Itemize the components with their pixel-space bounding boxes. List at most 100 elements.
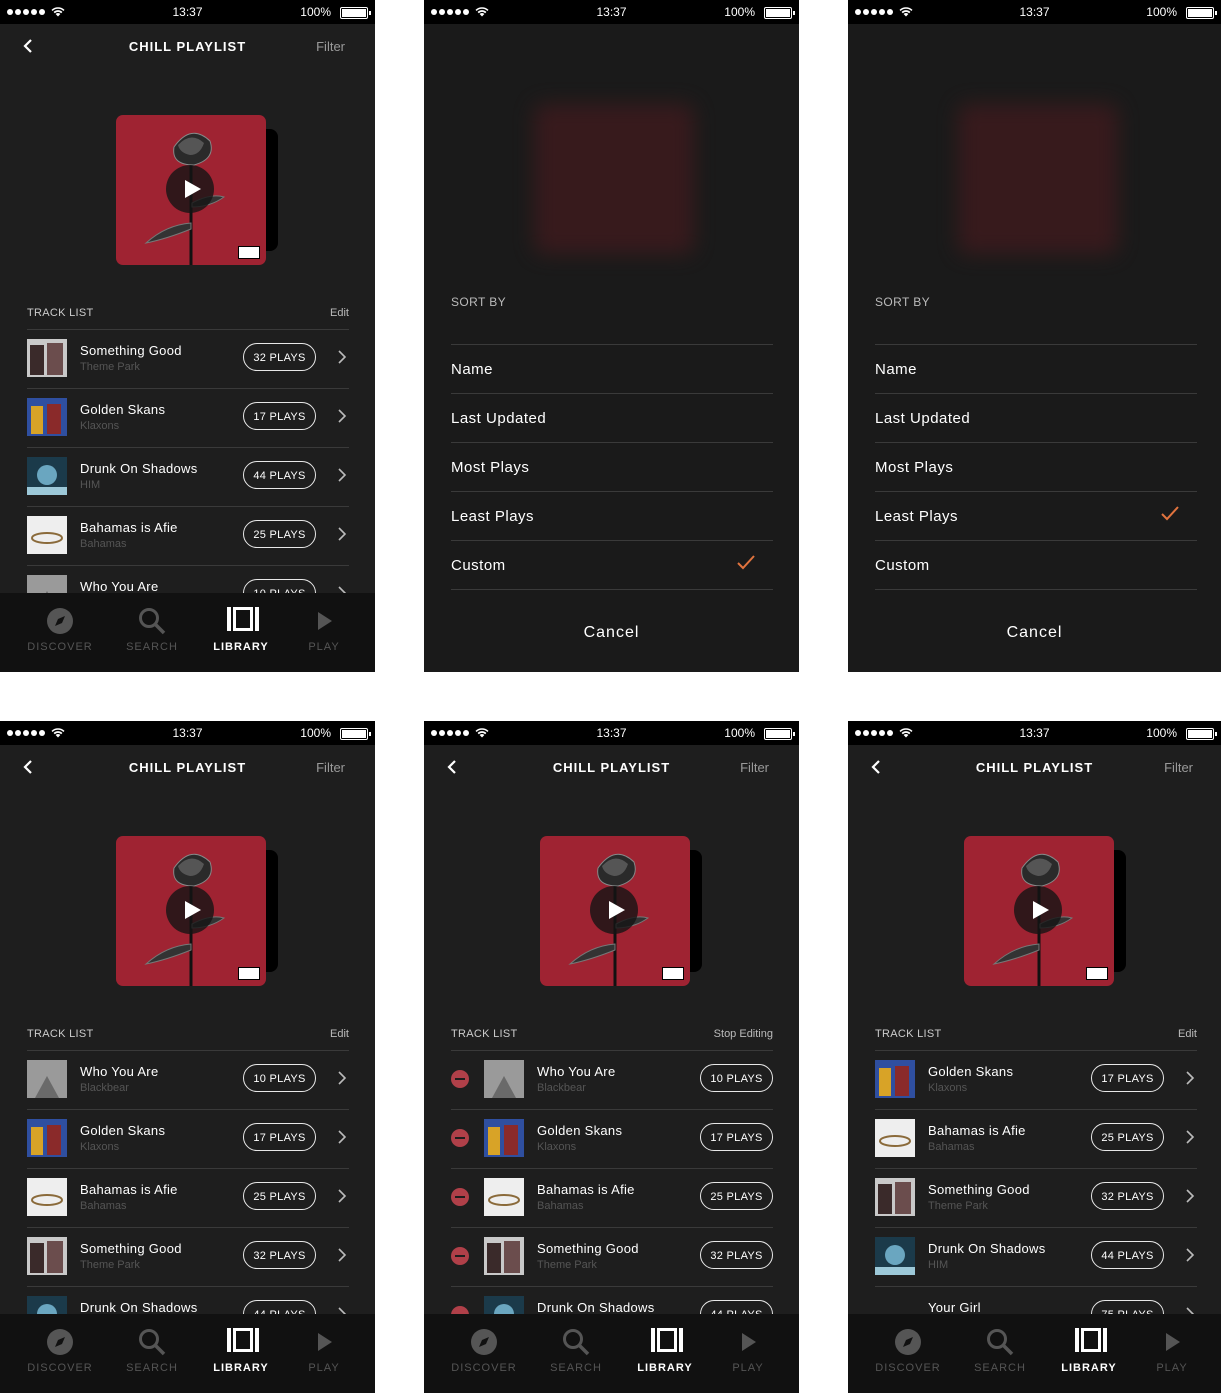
chevron-right-icon[interactable]	[337, 527, 347, 541]
sort-option-custom[interactable]: Custom	[875, 540, 1197, 589]
remove-icon[interactable]	[451, 1188, 469, 1206]
chevron-right-icon[interactable]	[337, 1071, 347, 1085]
tab-search[interactable]: SEARCH	[107, 1314, 197, 1393]
track-name: Drunk On Shadows	[80, 461, 198, 476]
chevron-right-icon[interactable]	[337, 468, 347, 482]
play-count-badge[interactable]: 17 PLAYS	[1091, 1064, 1164, 1092]
chevron-right-icon[interactable]	[1185, 1248, 1195, 1262]
play-count-badge[interactable]: 44 PLAYS	[243, 461, 316, 489]
sort-option-custom[interactable]: Custom	[451, 540, 773, 589]
remove-icon[interactable]	[451, 1129, 469, 1147]
remove-icon[interactable]	[451, 1247, 469, 1265]
tab-discover[interactable]: DISCOVER	[15, 593, 105, 672]
track-row[interactable]: Drunk On Shadows HIM 44 PLAYS	[875, 1227, 1197, 1285]
chevron-right-icon[interactable]	[1185, 1189, 1195, 1203]
album-cover	[116, 836, 278, 986]
track-row[interactable]: Something Good Theme Park 32 PLAYS	[451, 1227, 773, 1285]
tab-play[interactable]: PLAY	[279, 1314, 369, 1393]
track-row[interactable]: Golden Skans Klaxons 17 PLAYS	[875, 1050, 1197, 1108]
play-count-badge[interactable]: 17 PLAYS	[243, 402, 316, 430]
tab-discover[interactable]: DISCOVER	[15, 1314, 105, 1393]
track-row[interactable]: Golden Skans Klaxons 17 PLAYS	[27, 1109, 349, 1167]
tab-library[interactable]: LIBRARY	[620, 1314, 710, 1393]
tab-discover[interactable]: DISCOVER	[439, 1314, 529, 1393]
edit-button[interactable]: Edit	[1178, 1028, 1197, 1040]
sort-option-most-plays[interactable]: Most Plays	[875, 442, 1197, 491]
tab-search[interactable]: SEARCH	[531, 1314, 621, 1393]
tab-search[interactable]: SEARCH	[955, 1314, 1045, 1393]
play-count-badge[interactable]: 32 PLAYS	[243, 343, 316, 371]
track-row[interactable]: Something Good Theme Park 32 PLAYS	[27, 329, 349, 387]
sort-option-last-updated[interactable]: Last Updated	[875, 393, 1197, 442]
chevron-right-icon[interactable]	[1185, 1130, 1195, 1144]
track-row[interactable]: Bahamas is Afie Bahamas 25 PLAYS	[27, 1168, 349, 1226]
tab-bar: DISCOVER SEARCH LIBRARY PLAY	[424, 1314, 799, 1393]
tab-play[interactable]: PLAY	[703, 1314, 793, 1393]
tab-label: SEARCH	[974, 1362, 1026, 1374]
track-row[interactable]: Something Good Theme Park 32 PLAYS	[27, 1227, 349, 1285]
track-row[interactable]: Bahamas is Afie Bahamas 25 PLAYS	[875, 1109, 1197, 1167]
chevron-right-icon[interactable]	[337, 350, 347, 364]
tab-play[interactable]: PLAY	[279, 593, 369, 672]
track-row[interactable]: Who You Are Blackbear 10 PLAYS	[451, 1050, 773, 1108]
play-count-badge[interactable]: 25 PLAYS	[1091, 1123, 1164, 1151]
play-count-badge[interactable]: 17 PLAYS	[243, 1123, 316, 1151]
play-count-badge[interactable]: 32 PLAYS	[243, 1241, 316, 1269]
sort-option-name[interactable]: Name	[451, 344, 773, 393]
track-row[interactable]: Who You Are Blackbear 10 PLAYS	[27, 1050, 349, 1108]
chevron-right-icon[interactable]	[337, 1248, 347, 1262]
sort-option-name[interactable]: Name	[875, 344, 1197, 393]
sort-option-least-plays[interactable]: Least Plays	[875, 491, 1197, 540]
play-count-badge[interactable]: 25 PLAYS	[243, 520, 316, 548]
sort-option-label: Last Updated	[451, 410, 547, 427]
edit-button[interactable]: Edit	[330, 1028, 349, 1040]
tab-search[interactable]: SEARCH	[107, 593, 197, 672]
play-icon[interactable]	[1014, 886, 1062, 934]
play-icon[interactable]	[590, 886, 638, 934]
chevron-right-icon[interactable]	[337, 1130, 347, 1144]
tab-discover[interactable]: DISCOVER	[863, 1314, 953, 1393]
stop-editing-button[interactable]: Stop Editing	[714, 1028, 773, 1040]
play-count-badge[interactable]: 25 PLAYS	[700, 1182, 773, 1210]
track-row[interactable]: Golden Skans Klaxons 17 PLAYS	[27, 388, 349, 446]
remove-icon[interactable]	[451, 1070, 469, 1088]
tab-library[interactable]: LIBRARY	[196, 1314, 286, 1393]
play-icon[interactable]	[166, 886, 214, 934]
track-row[interactable]: Something Good Theme Park 32 PLAYS	[875, 1168, 1197, 1226]
track-row[interactable]: Bahamas is Afie Bahamas 25 PLAYS	[27, 506, 349, 564]
play-count-badge[interactable]: 10 PLAYS	[243, 1064, 316, 1092]
track-name: Drunk On Shadows	[928, 1241, 1046, 1256]
battery-percent: 100%	[724, 5, 755, 19]
play-count-badge[interactable]: 32 PLAYS	[1091, 1182, 1164, 1210]
sort-option-label: Name	[875, 361, 918, 378]
play-count-badge[interactable]: 44 PLAYS	[1091, 1241, 1164, 1269]
play-count-badge[interactable]: 10 PLAYS	[700, 1064, 773, 1092]
track-row[interactable]: Bahamas is Afie Bahamas 25 PLAYS	[451, 1168, 773, 1226]
play-count-badge[interactable]: 32 PLAYS	[700, 1241, 773, 1269]
chevron-right-icon[interactable]	[1185, 1071, 1195, 1085]
play-icon[interactable]	[166, 165, 214, 213]
track-name: Something Good	[928, 1182, 1030, 1197]
filter-button[interactable]: Filter	[316, 39, 345, 54]
sort-option-most-plays[interactable]: Most Plays	[451, 442, 773, 491]
sort-option-least-plays[interactable]: Least Plays	[451, 491, 773, 540]
play-count-badge[interactable]: 17 PLAYS	[700, 1123, 773, 1151]
tab-library[interactable]: LIBRARY	[196, 593, 286, 672]
chevron-right-icon[interactable]	[337, 409, 347, 423]
tab-library[interactable]: LIBRARY	[1044, 1314, 1134, 1393]
battery-icon	[764, 7, 795, 19]
filter-button[interactable]: Filter	[740, 760, 769, 775]
track-row[interactable]: Drunk On Shadows HIM 44 PLAYS	[27, 447, 349, 505]
cancel-button[interactable]: Cancel	[848, 624, 1221, 642]
sort-option-last-updated[interactable]: Last Updated	[451, 393, 773, 442]
chevron-right-icon[interactable]	[337, 1189, 347, 1203]
cancel-button[interactable]: Cancel	[424, 624, 799, 642]
filter-button[interactable]: Filter	[1164, 760, 1193, 775]
tab-play[interactable]: PLAY	[1127, 1314, 1217, 1393]
filter-button[interactable]: Filter	[316, 760, 345, 775]
track-thumbnail	[27, 1237, 67, 1275]
sort-option-label: Least Plays	[875, 508, 959, 525]
edit-button[interactable]: Edit	[330, 307, 349, 319]
play-count-badge[interactable]: 25 PLAYS	[243, 1182, 316, 1210]
track-row[interactable]: Golden Skans Klaxons 17 PLAYS	[451, 1109, 773, 1167]
